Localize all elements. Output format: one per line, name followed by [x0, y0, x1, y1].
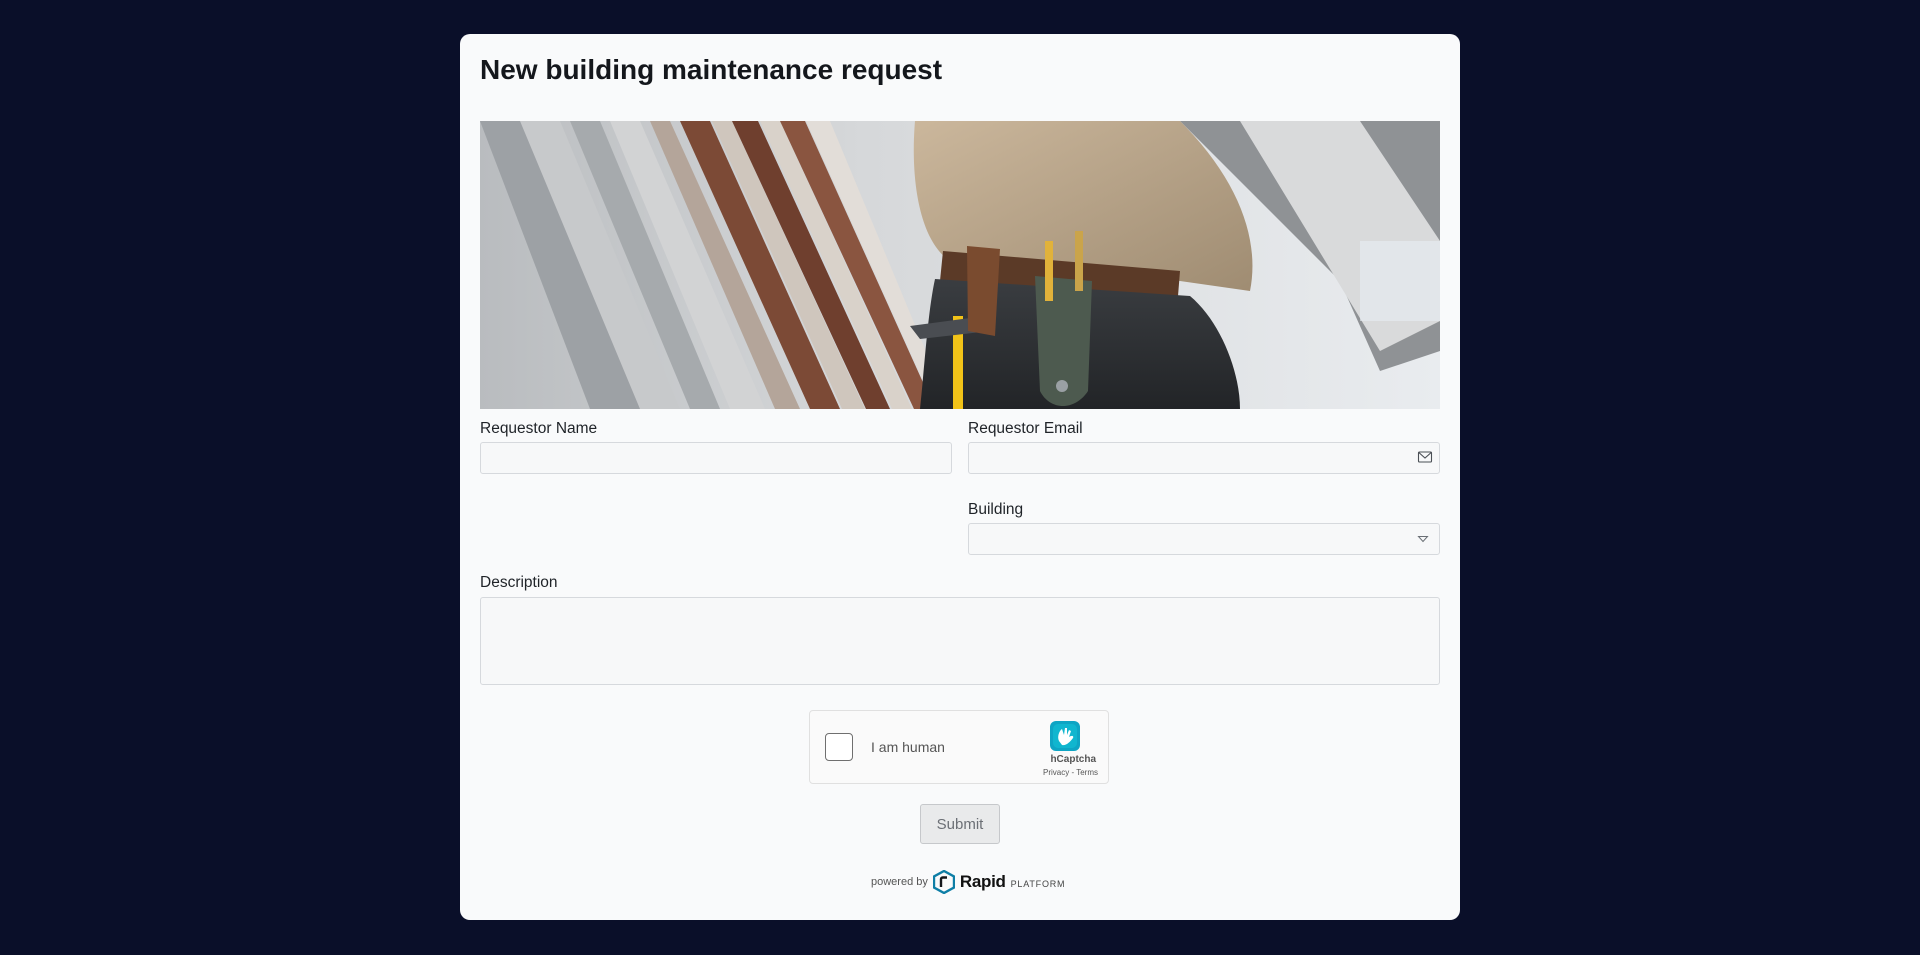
maintenance-worker-photo — [480, 121, 1440, 409]
building-select[interactable] — [968, 523, 1440, 555]
requestor-email-label: Requestor Email — [968, 420, 1083, 437]
description-field[interactable] — [480, 597, 1440, 685]
hcaptcha-widget: I am human hCaptcha Privacy - Terms — [809, 710, 1109, 784]
submit-button[interactable]: Submit — [920, 804, 1000, 844]
captcha-label: I am human — [871, 739, 945, 755]
captcha-links: Privacy - Terms — [1043, 768, 1098, 777]
requestor-email-input[interactable] — [969, 443, 1439, 473]
form-card: New building maintenance request Request… — [460, 34, 1460, 920]
requestor-name-field[interactable] — [480, 442, 952, 474]
captcha-checkbox[interactable] — [825, 733, 853, 761]
platform-text: PLATFORM — [1010, 879, 1066, 889]
hero-image — [480, 121, 1440, 409]
powered-by-text: powered by — [871, 876, 928, 888]
hcaptcha-logo-icon — [1050, 721, 1080, 751]
page-title: New building maintenance request — [480, 54, 943, 85]
powered-by-footer[interactable]: powered by Rapid PLATFORM — [871, 867, 1065, 897]
requestor-name-label: Requestor Name — [480, 420, 598, 437]
rapid-brand: Rapid — [959, 872, 1006, 891]
requestor-name-input[interactable] — [481, 443, 951, 473]
requestor-email-field[interactable] — [968, 442, 1440, 474]
captcha-privacy-link[interactable]: Privacy — [1043, 768, 1069, 777]
description-label: Description — [480, 574, 558, 591]
building-label: Building — [968, 501, 1024, 518]
captcha-brand: hCaptcha — [1050, 754, 1096, 765]
caret-down-icon — [1417, 536, 1429, 543]
envelope-icon — [1417, 451, 1433, 463]
captcha-terms-link[interactable]: Terms — [1076, 768, 1098, 777]
description-textarea[interactable] — [481, 598, 1439, 684]
rapid-logo-icon — [932, 870, 955, 894]
